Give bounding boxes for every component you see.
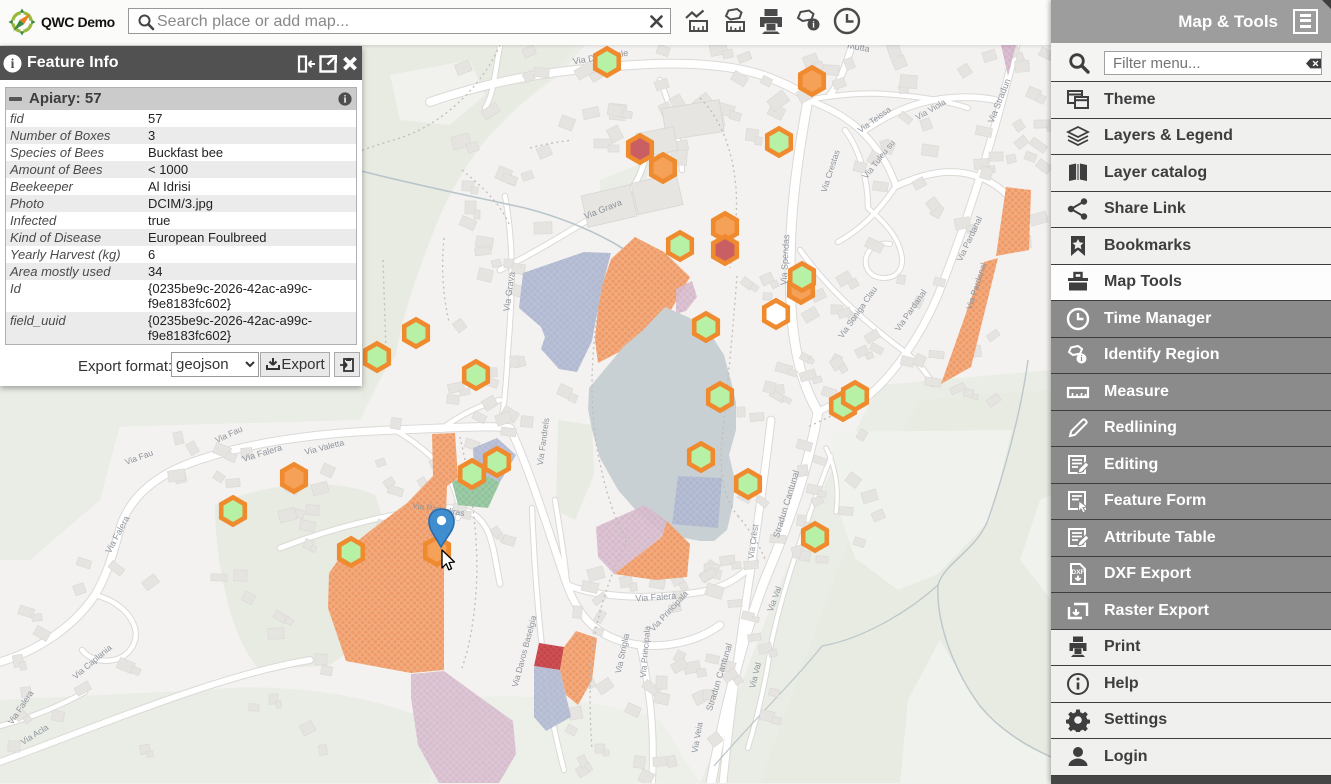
svg-text:i: i — [344, 94, 347, 105]
svg-text:i: i — [11, 56, 15, 71]
svg-text:DXF: DXF — [1072, 569, 1085, 576]
